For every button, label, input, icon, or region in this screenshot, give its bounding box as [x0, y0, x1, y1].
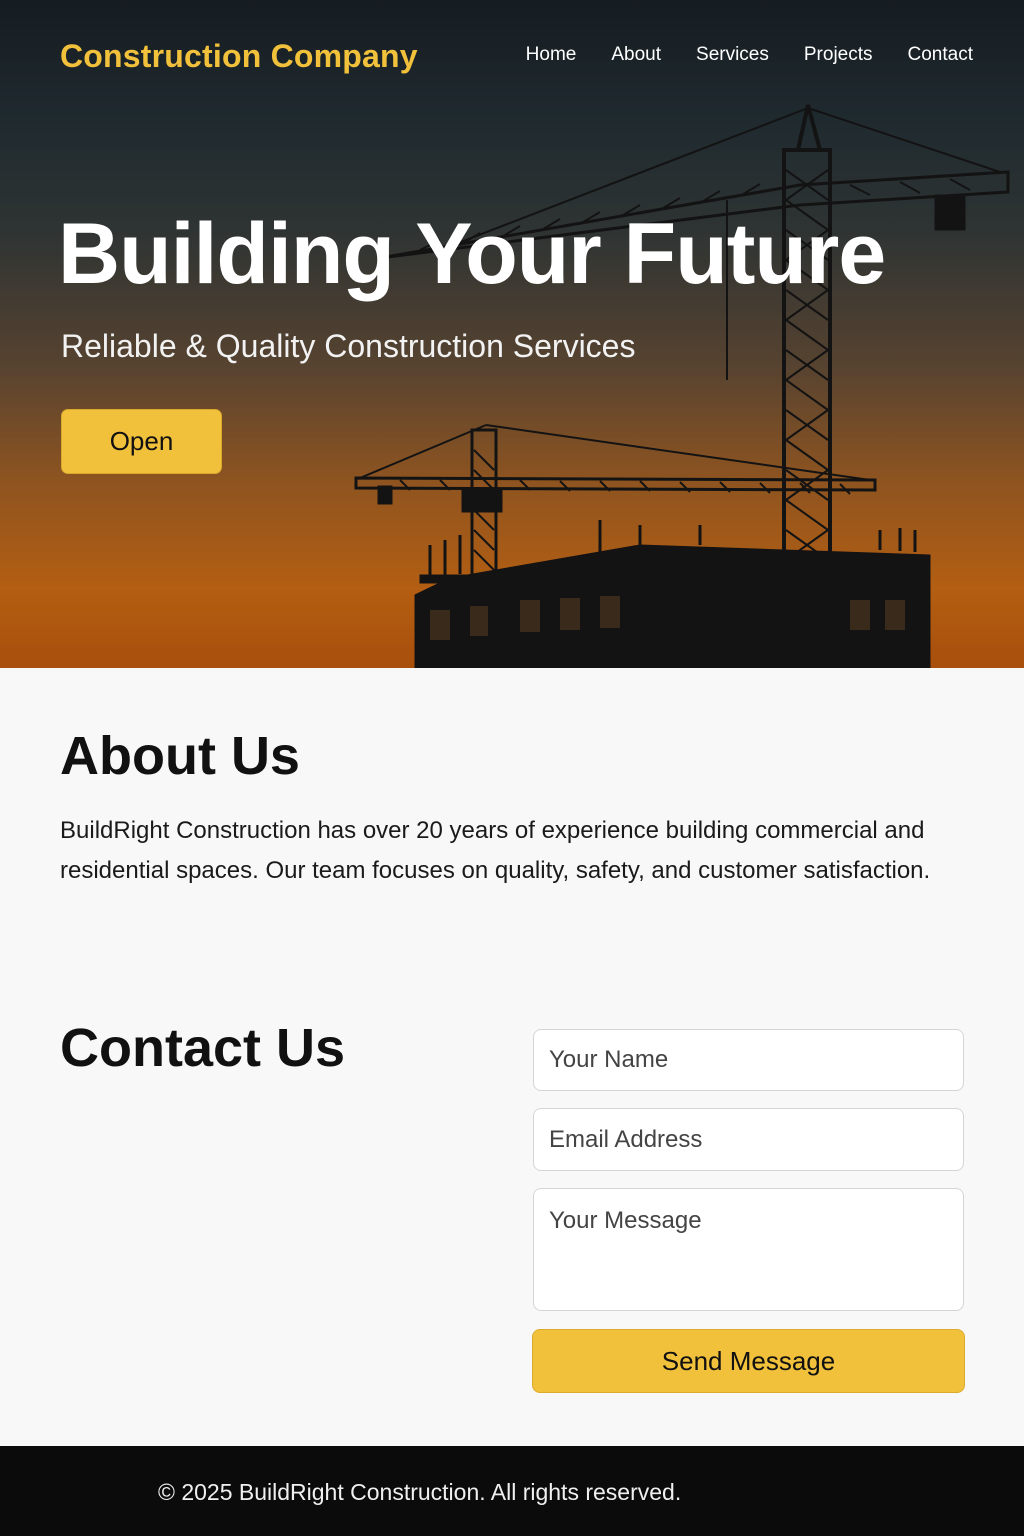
brand-logo[interactable]: Construction Company: [60, 38, 418, 75]
nav-menu: Home About Services Projects Contact: [526, 44, 973, 66]
nav-link-contact[interactable]: Contact: [908, 44, 973, 66]
hero-title: Building Your Future: [58, 206, 886, 302]
email-input[interactable]: [533, 1108, 964, 1171]
about-section: About Us BuildRight Construction has ove…: [60, 725, 960, 891]
open-button[interactable]: Open: [61, 409, 222, 474]
nav-link-about[interactable]: About: [611, 44, 661, 66]
nav-link-home[interactable]: Home: [526, 44, 577, 66]
about-heading: About Us: [60, 726, 300, 786]
message-textarea[interactable]: [533, 1188, 964, 1311]
top-navigation: Construction Company Home About Services…: [0, 0, 1024, 120]
hero-subtitle: Reliable & Quality Construction Services: [61, 328, 636, 364]
copyright-text: © 2025 BuildRight Construction. All righ…: [158, 1479, 682, 1505]
footer: © 2025 BuildRight Construction. All righ…: [0, 1446, 1024, 1536]
about-text: BuildRight Construction has over 20 year…: [60, 817, 931, 884]
send-message-button[interactable]: Send Message: [532, 1329, 965, 1393]
nav-link-services[interactable]: Services: [696, 44, 769, 66]
name-input[interactable]: [533, 1029, 964, 1091]
nav-link-projects[interactable]: Projects: [804, 44, 873, 66]
contact-heading: Contact Us: [60, 1018, 346, 1078]
hero-section: Construction Company Home About Services…: [0, 0, 1024, 668]
